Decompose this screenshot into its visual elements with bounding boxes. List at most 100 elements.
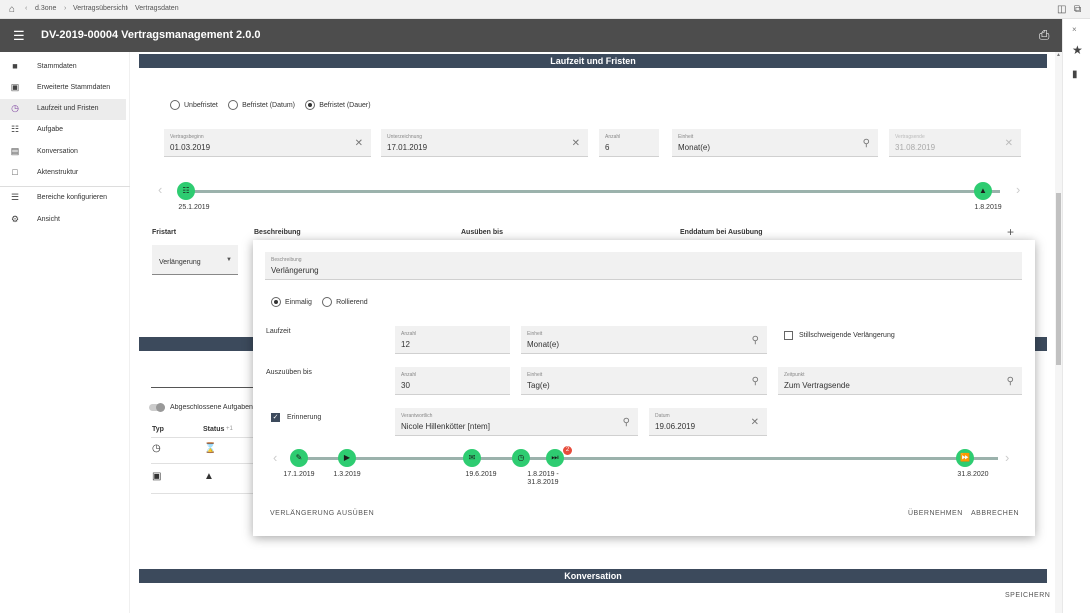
sidebar-item-konversation[interactable]: ▤ Konversation <box>0 142 126 163</box>
radio-label: Rollierend <box>336 298 368 306</box>
timeline-prev-chevron-icon[interactable]: ‹ <box>158 182 162 197</box>
menu-icon[interactable]: ☰ <box>13 28 25 44</box>
mode-radio-group: Einmalig Rollierend <box>271 297 376 307</box>
field-value: 30 <box>401 381 410 390</box>
fristart-select[interactable]: Verlängerung ▼ <box>152 245 238 275</box>
clear-icon[interactable]: ✕ <box>751 417 759 428</box>
search-icon[interactable]: ⚲ <box>752 335 759 346</box>
split-view-icon[interactable]: ◫ <box>1057 4 1066 15</box>
verlaengerung-ausueben-button[interactable]: VERLÄNGERUNG AUSÜBEN <box>270 510 374 517</box>
abbrechen-button[interactable]: ABBRECHEN <box>971 510 1019 517</box>
section-header-laufzeit: Laufzeit und Fristen <box>139 54 1047 68</box>
sidebar-item-laufzeit-und-fristen[interactable]: ◷ Laufzeit und Fristen <box>0 99 126 120</box>
dialog-timeline-next-chevron-icon[interactable]: › <box>1005 450 1009 465</box>
field-value: 17.01.2019 <box>387 143 428 152</box>
dialog-timeline-line <box>298 457 998 460</box>
sidebar-item-erweiterte-stammdaten[interactable]: ▣ Erweiterte Stammdaten <box>0 78 126 99</box>
vertragsbeginn-field[interactable]: Vertragsbeginn 01.03.2019 ✕ <box>164 129 371 157</box>
star-icon[interactable]: ★ <box>1072 43 1083 57</box>
column-header-ausueben-bis[interactable]: Ausüben bis <box>461 229 503 236</box>
stillschweigend-checkbox[interactable] <box>784 331 793 340</box>
datum-field[interactable]: Datum 19.06.2019 ✕ <box>649 408 767 436</box>
alarm-clock-icon: ◷ <box>152 443 161 454</box>
scroll-up-arrow-icon[interactable]: ▲ <box>1056 52 1061 58</box>
timeline-date-label: 19.6.2019 <box>465 471 497 478</box>
divider <box>151 493 253 494</box>
clock-icon: ◷ <box>11 103 19 113</box>
anzahl-field[interactable]: Anzahl 6 <box>599 129 659 157</box>
dialog-timeline-prev-chevron-icon[interactable]: ‹ <box>273 450 277 465</box>
column-header-beschreibung[interactable]: Beschreibung <box>254 229 301 236</box>
column-header-status[interactable]: Status <box>203 426 224 433</box>
sidebar-item-label: Konversation <box>37 148 78 155</box>
alarm-clock-icon[interactable]: ◷ <box>512 449 530 467</box>
column-header-enddatum[interactable]: Enddatum bei Ausübung <box>680 229 763 236</box>
vertragsende-field: Vertragsende 31.08.2019 ✕ <box>889 129 1021 157</box>
radio-einmalig[interactable] <box>271 297 281 307</box>
pencil-icon[interactable]: ✎ <box>290 449 308 467</box>
sort-indicator: +1 <box>226 426 233 432</box>
sidebar-item-ansicht[interactable]: ⚙ Ansicht <box>0 210 126 231</box>
timeline-next-chevron-icon[interactable]: › <box>1016 182 1020 197</box>
sidebar-item-bereiche-konfigurieren[interactable]: ☰ Bereiche konfigurieren <box>0 188 126 209</box>
radio-befristet-dauer[interactable] <box>305 100 316 110</box>
scrollbar-thumb[interactable] <box>1056 193 1061 365</box>
unterzeichnung-field[interactable]: Unterzeichnung 17.01.2019 ✕ <box>381 129 588 157</box>
search-icon[interactable]: ⚲ <box>1007 376 1014 387</box>
timeline-date-range-start: 1.8.2019 - <box>527 471 559 478</box>
erinnerung-checkbox[interactable]: ✓ <box>271 413 280 422</box>
einheit-field[interactable]: Einheit Monat(e) ⚲ <box>672 129 878 157</box>
radio-unbefristet[interactable] <box>170 100 180 110</box>
ausueben-einheit-field[interactable]: Einheit Tag(e) ⚲ <box>521 367 767 395</box>
column-header-fristart[interactable]: Fristart <box>152 229 176 236</box>
calendar-icon[interactable]: ☷ <box>177 182 195 200</box>
radio-befristet-datum[interactable] <box>228 100 239 110</box>
print-icon[interactable]: ⎙ <box>1039 27 1049 43</box>
sidebar-item-stammdaten[interactable]: ■ Stammdaten <box>0 57 126 78</box>
uebernehmen-button[interactable]: ÜBERNEHMEN <box>908 510 963 517</box>
beschreibung-field[interactable]: Beschreibung Verlängerung <box>265 252 1022 280</box>
home-icon[interactable]: ⌂ <box>9 4 15 15</box>
duration-type-radio-group: Unbefristet Befristet (Datum) Befristet … <box>170 100 379 110</box>
zeitpunkt-field[interactable]: Zeitpunkt Zum Vertragsende ⚲ <box>778 367 1022 395</box>
skip-next-icon[interactable]: ⏭ <box>546 449 564 467</box>
document-icon: ■ <box>12 61 18 71</box>
search-icon[interactable]: ⚲ <box>623 417 630 428</box>
back-chevron-icon[interactable]: ‹ <box>25 5 27 12</box>
column-header-typ[interactable]: Typ <box>152 426 164 433</box>
ausueben-anzahl-field[interactable]: Anzahl 30 <box>395 367 510 395</box>
save-button[interactable]: SPEICHERN <box>1005 592 1050 599</box>
search-icon[interactable]: ⚲ <box>752 376 759 387</box>
ausueben-label: Auszuüben bis <box>266 369 312 376</box>
mail-icon[interactable]: ✉ <box>463 449 481 467</box>
breadcrumb-item-1[interactable]: d.3one <box>35 5 56 12</box>
play-icon[interactable]: ▶ <box>338 449 356 467</box>
stamp-icon[interactable]: ▮ <box>1072 69 1078 80</box>
breadcrumb-item-2[interactable]: Vertragsübersicht <box>73 5 127 12</box>
laufzeit-anzahl-field[interactable]: Anzahl 12 <box>395 326 510 354</box>
sidebar-item-label: Ansicht <box>37 216 60 223</box>
field-label: Einheit <box>527 331 543 337</box>
add-icon[interactable]: + <box>1007 225 1014 239</box>
clear-icon[interactable]: ✕ <box>355 138 363 149</box>
field-label: Zeitpunkt <box>784 372 805 378</box>
verantwortlich-field[interactable]: Verantwortlich Nicole Hillenkötter [ntem… <box>395 408 638 436</box>
field-value: Monat(e) <box>678 143 711 152</box>
clear-icon[interactable]: ✕ <box>572 138 580 149</box>
close-icon[interactable]: × <box>1072 25 1077 34</box>
sidebar-item-aktenstruktur[interactable]: □ Aktenstruktur <box>0 163 126 184</box>
search-icon[interactable]: ⚲ <box>863 138 870 149</box>
erinnerung-label: Erinnerung <box>287 414 322 421</box>
bell-icon[interactable]: ▲ <box>974 182 992 200</box>
frist-edit-dialog: Beschreibung Verlängerung Einmalig Rolli… <box>253 240 1035 536</box>
radio-rollierend[interactable] <box>322 297 333 307</box>
field-value: Nicole Hillenkötter [ntem] <box>401 422 490 431</box>
toggle-switch[interactable] <box>149 403 165 412</box>
popout-icon[interactable]: ⧉ <box>1074 4 1081 15</box>
filter-input-underline[interactable] <box>151 387 253 388</box>
field-value: 6 <box>605 143 610 152</box>
fast-forward-icon[interactable]: ⏩ <box>956 449 974 467</box>
laufzeit-einheit-field[interactable]: Einheit Monat(e) ⚲ <box>521 326 767 354</box>
divider <box>151 463 253 464</box>
sidebar-item-aufgabe[interactable]: ☷ Aufgabe <box>0 120 126 141</box>
